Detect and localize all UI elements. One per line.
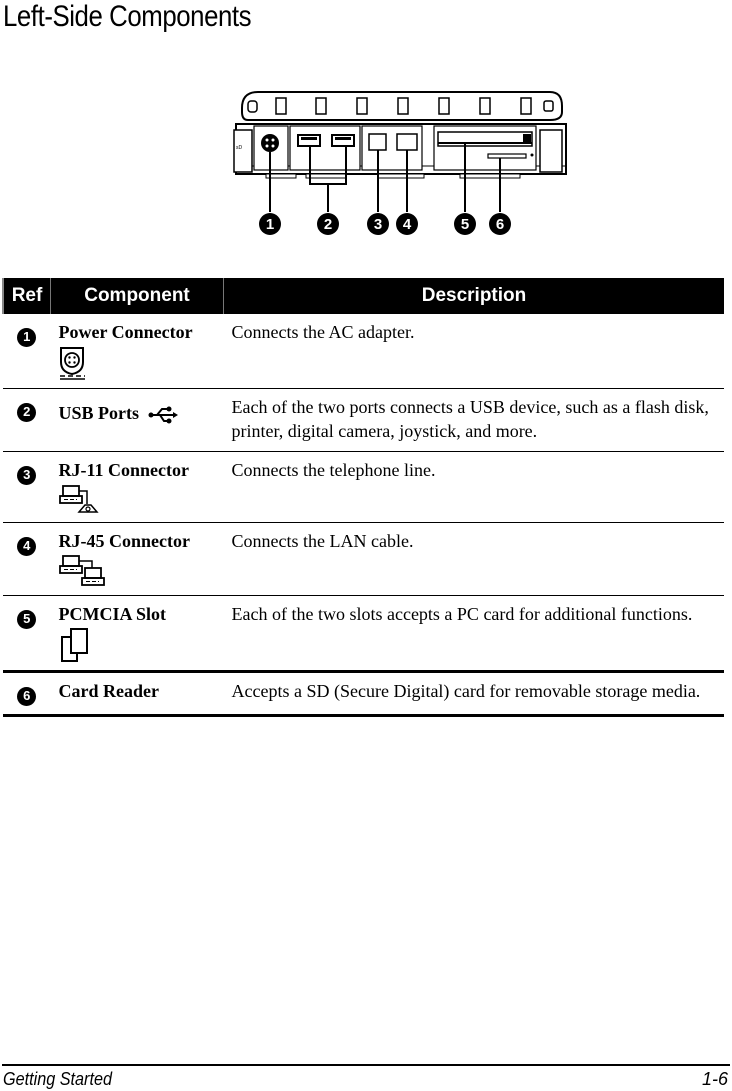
callout-5: 5 — [454, 213, 476, 235]
component-name: PCMCIA Slot — [58, 604, 167, 624]
power-connector-icon — [59, 347, 85, 380]
ref-badge: 6 — [17, 686, 37, 706]
svg-text:3: 3 — [374, 216, 382, 233]
component-name: RJ-45 Connector — [58, 531, 190, 551]
callout-6: 6 — [489, 213, 511, 235]
footer-page-number: 1-6 — [701, 1069, 728, 1089]
component-name: USB Ports — [58, 403, 140, 423]
table-row: 4 RJ-45 Connector Connects the LAN cable… — [3, 522, 724, 596]
ref-badge: 3 — [17, 465, 37, 485]
component-name: Card Reader — [58, 681, 159, 701]
table-row: 6 Card Reader Accepts a SD (Secure Digit… — [3, 671, 724, 717]
ref-badge: 5 — [17, 609, 37, 629]
components-table: Ref Component Description 1 Power Connec… — [2, 278, 724, 717]
footer-divider — [2, 1064, 730, 1066]
svg-text:5: 5 — [461, 216, 469, 233]
component-description: Each of the two ports connects a USB dev… — [223, 388, 724, 452]
usb-icon — [148, 406, 178, 424]
component-name: Power Connector — [58, 322, 193, 342]
ref-badge: 4 — [17, 536, 37, 556]
left-side-illustration: sD 1 2 3 4 5 6 — [233, 91, 567, 235]
rj11-modem-icon — [58, 485, 99, 513]
table-header-row: Ref Component Description — [2, 278, 724, 314]
page-title: Left-Side Components — [3, 0, 252, 33]
rj45-network-icon — [58, 555, 105, 586]
svg-text:sD: sD — [236, 145, 243, 151]
footer-section-title: Getting Started — [3, 1069, 112, 1089]
svg-text:4: 4 — [403, 216, 412, 233]
pc-card-icon — [60, 628, 88, 662]
header-ref: Ref — [2, 278, 51, 314]
component-name: RJ-11 Connector — [58, 460, 189, 480]
svg-text:1: 1 — [266, 216, 274, 233]
table-row: 3 RJ-11 Connector Connects the telephone… — [3, 451, 724, 523]
callout-2: 2 — [317, 213, 339, 235]
svg-text:2: 2 — [324, 216, 332, 233]
component-description: Connects the AC adapter. — [223, 314, 724, 389]
callout-3: 3 — [367, 213, 389, 235]
component-description: Connects the LAN cable. — [223, 522, 724, 596]
ref-badge: 2 — [17, 402, 37, 422]
component-description: Accepts a SD (Secure Digital) card for r… — [223, 671, 724, 717]
callout-4: 4 — [396, 213, 418, 235]
header-component: Component — [50, 278, 224, 314]
table-row: 2 USB Ports Each of the two ports connec… — [3, 388, 724, 452]
table-row: 1 Power Connector Connects the AC adapte… — [3, 314, 724, 389]
table-row: 5 PCMCIA Slot Each of the two slots acce… — [3, 595, 724, 673]
component-description: Each of the two slots accepts a PC card … — [223, 595, 724, 673]
ref-badge: 1 — [17, 327, 37, 347]
component-description: Connects the telephone line. — [223, 451, 724, 523]
header-description: Description — [223, 278, 724, 314]
callout-1: 1 — [259, 213, 281, 235]
svg-text:6: 6 — [496, 216, 504, 233]
